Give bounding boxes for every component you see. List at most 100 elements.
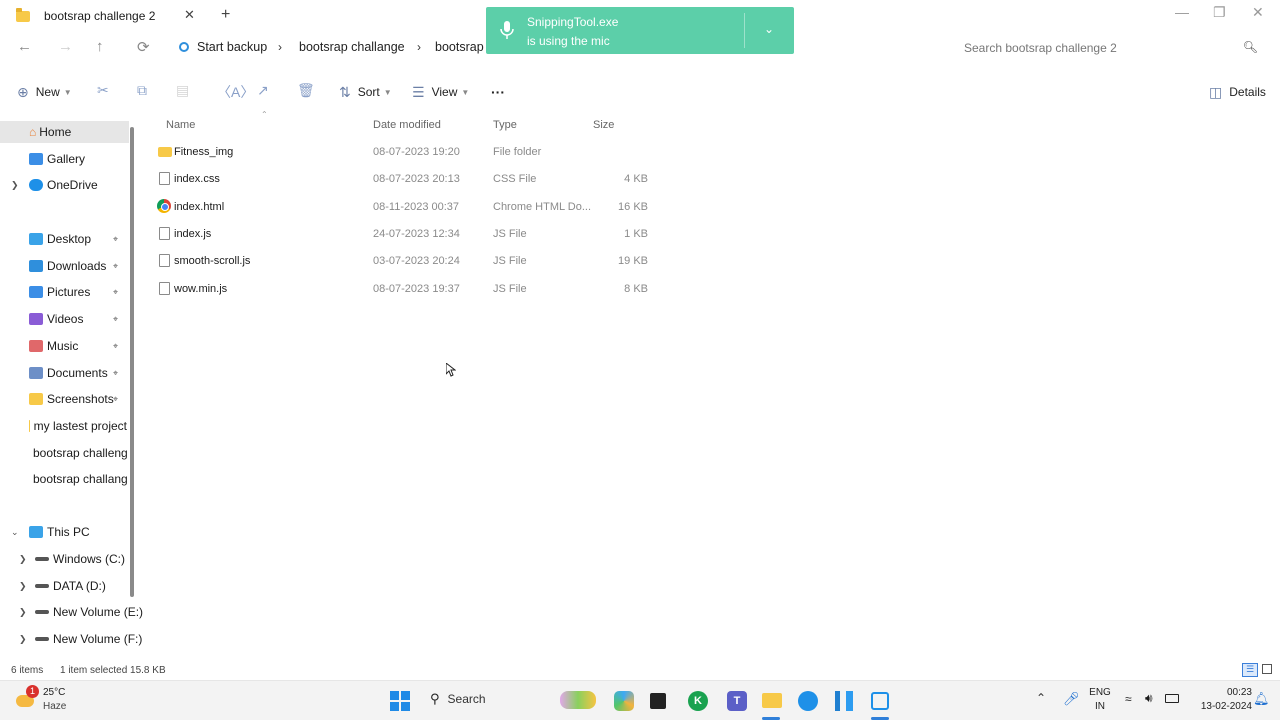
tab-close-button[interactable]: ✕: [184, 7, 195, 23]
pin-icon[interactable]: ⌖: [113, 341, 118, 352]
up-button[interactable]: ↑: [96, 38, 104, 55]
sidebar-item-drive[interactable]: Windows (C:): [35, 548, 125, 570]
sidebar-item-onedrive[interactable]: OneDrive: [29, 174, 98, 196]
tiles-view-toggle[interactable]: [1262, 664, 1272, 674]
app-icon-k[interactable]: K: [688, 691, 708, 711]
drive-icon: [35, 557, 49, 561]
clock-date[interactable]: 13-02-2024: [1188, 701, 1252, 712]
breadcrumb-separator[interactable]: ›: [417, 40, 421, 54]
file-row[interactable]: index.js 24-07-2023 12:34 JS File 1 KB: [150, 222, 660, 246]
sidebar-item-drive[interactable]: DATA (D:): [35, 575, 106, 597]
file-row[interactable]: wow.min.js 08-07-2023 19:37 JS File 8 KB: [150, 277, 660, 301]
file-size: 19 KB: [618, 255, 648, 267]
expand-chevron-icon[interactable]: ❯: [19, 554, 27, 565]
sidebar-item-drive[interactable]: New Volume (F:): [35, 628, 142, 650]
forward-button[interactable]: →: [58, 38, 73, 55]
new-button[interactable]: ⊕ New ▼: [17, 83, 72, 101]
details-view-toggle[interactable]: ☰: [1242, 663, 1258, 677]
file-explorer-icon[interactable]: [762, 693, 782, 708]
sidebar-item-drive[interactable]: New Volume (E:): [35, 601, 143, 623]
pin-icon[interactable]: ⌖: [113, 234, 118, 245]
view-button[interactable]: ☰ View ▼: [412, 83, 469, 101]
pin-icon[interactable]: ⌖: [113, 261, 118, 272]
taskbar-search[interactable]: ⚲ Search: [430, 691, 486, 707]
breadcrumb-separator[interactable]: ›: [278, 40, 282, 54]
sidebar-item-label: my lastest project: [33, 419, 127, 433]
tab-bootstrap-challenge-2[interactable]: bootsrap challenge 2: [8, 2, 208, 30]
snipping-tool-icon[interactable]: [871, 692, 889, 710]
battery-icon[interactable]: [1165, 694, 1179, 703]
sidebar-item-label: Gallery: [47, 152, 86, 166]
minimize-button[interactable]: —: [1175, 4, 1189, 20]
weather-badge: 1: [26, 685, 39, 698]
pin-icon[interactable]: ⌖: [113, 287, 118, 298]
drive-icon: [35, 637, 49, 641]
file-row[interactable]: Fitness_img 08-07-2023 19:20 File folder: [150, 140, 660, 164]
language-indicator[interactable]: ENG: [1088, 687, 1112, 698]
file-row[interactable]: index.css 08-07-2023 20:13 CSS File 4 KB: [150, 167, 660, 191]
windows-start-icon[interactable]: [390, 691, 410, 711]
breadcrumb-bootsrap-challange[interactable]: bootsrap challange: [299, 40, 405, 54]
file-date: 08-07-2023 19:20: [373, 146, 460, 158]
app-icon-mask[interactable]: [560, 691, 596, 709]
file-row[interactable]: smooth-scroll.js 03-07-2023 20:24 JS File 1…: [150, 249, 660, 273]
paste-icon[interactable]: ▤: [176, 82, 189, 99]
new-tab-button[interactable]: +: [221, 6, 230, 24]
sidebar-item-quick[interactable]: bootsrap challang: [29, 468, 127, 490]
column-header-type[interactable]: Type: [493, 119, 517, 131]
weather-widget[interactable]: 1: [16, 685, 42, 711]
clock-time[interactable]: 00:23: [1188, 687, 1252, 698]
wifi-icon[interactable]: ≈: [1125, 692, 1132, 706]
sidebar-item-home[interactable]: ⌂ Home: [0, 121, 129, 143]
column-header-size[interactable]: Size: [593, 119, 614, 131]
column-header-date[interactable]: Date modified: [373, 119, 441, 131]
back-button[interactable]: ←: [17, 38, 32, 55]
details-button[interactable]: ◫ Details: [1209, 83, 1266, 101]
microphone-icon[interactable]: 🎤︎: [1063, 691, 1080, 707]
sort-button[interactable]: ⇅ Sort ▼: [339, 83, 392, 101]
mic-notification[interactable]: SnippingTool.exe is using the mic ⌄: [486, 7, 794, 54]
sidebar-item-quick[interactable]: my lastest project: [29, 415, 127, 437]
pin-icon[interactable]: ⌖: [113, 394, 118, 405]
teams-icon[interactable]: T: [727, 691, 747, 711]
maximize-button[interactable]: ❐: [1213, 4, 1226, 21]
app-icon-copilot[interactable]: [614, 691, 634, 711]
collapse-chevron-icon[interactable]: ⌄: [11, 527, 19, 538]
pin-icon[interactable]: ⌖: [113, 314, 118, 325]
expand-chevron-icon[interactable]: ❯: [19, 581, 27, 592]
expand-chevron-icon[interactable]: ❯: [19, 607, 27, 618]
cut-icon[interactable]: ✂: [97, 82, 109, 99]
sidebar-item-quick[interactable]: bootsrap challeng: [29, 442, 127, 464]
vscode-icon[interactable]: [835, 691, 853, 711]
volume-icon[interactable]: 🔊︎: [1145, 691, 1153, 706]
share-icon[interactable]: ↗: [257, 82, 269, 99]
notification-bell-icon[interactable]: 🔔︎: [1253, 691, 1270, 707]
chevron-down-icon: ▼: [461, 87, 470, 97]
folder-icon: [29, 340, 43, 352]
region-indicator[interactable]: IN: [1088, 701, 1112, 712]
show-hidden-icons-chevron[interactable]: ⌃: [1036, 691, 1046, 705]
breadcrumb-start-backup[interactable]: Start backup: [197, 40, 267, 54]
delete-icon[interactable]: 🗑︎: [297, 82, 315, 99]
file-row[interactable]: index.html 08-11-2023 00:37 Chrome HTML Do…: [150, 195, 660, 219]
folder-icon: [29, 420, 30, 432]
sidebar-scrollbar[interactable]: [130, 127, 134, 597]
new-label: New: [35, 85, 60, 99]
expand-chevron-icon[interactable]: ❯: [19, 634, 27, 645]
more-options-button[interactable]: ···: [491, 83, 505, 101]
copy-icon[interactable]: ⧉: [137, 82, 147, 99]
pin-icon[interactable]: ⌖: [113, 368, 118, 379]
edge-icon[interactable]: [798, 691, 818, 711]
search-box[interactable]: Search bootsrap challenge 2 🔍︎: [952, 36, 1270, 60]
rename-icon[interactable]: 〈A〉: [217, 82, 254, 102]
close-window-button[interactable]: ✕: [1252, 4, 1264, 21]
chevron-down-icon[interactable]: ⌄: [764, 22, 774, 36]
refresh-button[interactable]: ⟳: [137, 38, 150, 56]
expand-chevron-icon[interactable]: ❯: [11, 180, 19, 191]
sidebar-item-gallery[interactable]: Gallery: [29, 148, 85, 170]
column-header-name[interactable]: Name: [166, 119, 195, 131]
app-icon-terminal[interactable]: [650, 693, 666, 709]
search-input[interactable]: Search bootsrap challenge 2: [964, 41, 1117, 55]
sidebar-item-this-pc[interactable]: This PC: [29, 521, 90, 543]
file-date: 08-07-2023 20:13: [373, 173, 460, 185]
